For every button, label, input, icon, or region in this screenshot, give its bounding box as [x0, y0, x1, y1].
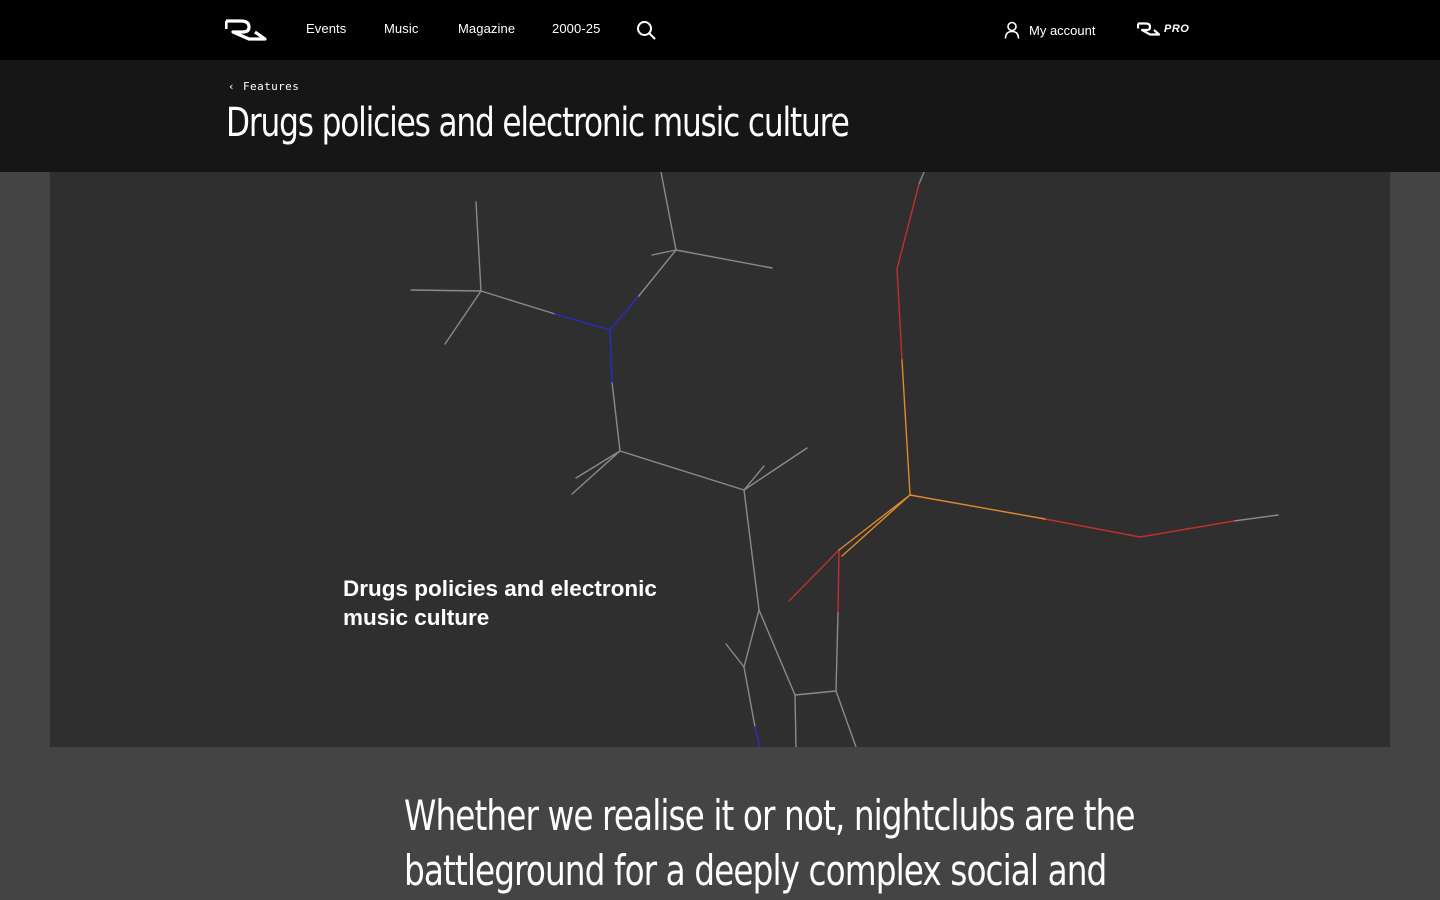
breadcrumb[interactable]: ‹ Features — [228, 80, 299, 93]
article-header: ‹ Features Drugs policies and electronic… — [0, 60, 1440, 172]
ra-pro-link[interactable]: PRO — [1137, 22, 1189, 36]
user-icon — [1004, 21, 1020, 39]
search-icon[interactable] — [636, 20, 656, 40]
nav-events[interactable]: Events — [306, 21, 346, 36]
breadcrumb-features: Features — [243, 80, 300, 93]
hero-caption: Drugs policies and electronic music cult… — [343, 576, 657, 630]
nav-magazine[interactable]: Magazine — [458, 21, 515, 36]
molecule-illustration — [410, 172, 1279, 747]
article-intro: Whether we realise it or not, nightclubs… — [404, 791, 1135, 895]
nav-music[interactable]: Music — [384, 21, 418, 36]
ra-pro-logo-icon — [1137, 22, 1161, 36]
account-link[interactable]: My account — [1004, 20, 1095, 40]
chevron-left-icon: ‹ — [228, 80, 236, 93]
top-nav: Events Music Magazine 2000-25 My account… — [0, 0, 1440, 60]
pro-label: PRO — [1164, 23, 1190, 35]
account-label: My account — [1029, 22, 1096, 38]
hero-image: Drugs policies and electronic music cult… — [50, 172, 1390, 747]
page-title: Drugs policies and electronic music cult… — [226, 100, 850, 146]
nav-2000-25[interactable]: 2000-25 — [552, 21, 600, 36]
ra-logo-icon[interactable] — [225, 19, 267, 41]
